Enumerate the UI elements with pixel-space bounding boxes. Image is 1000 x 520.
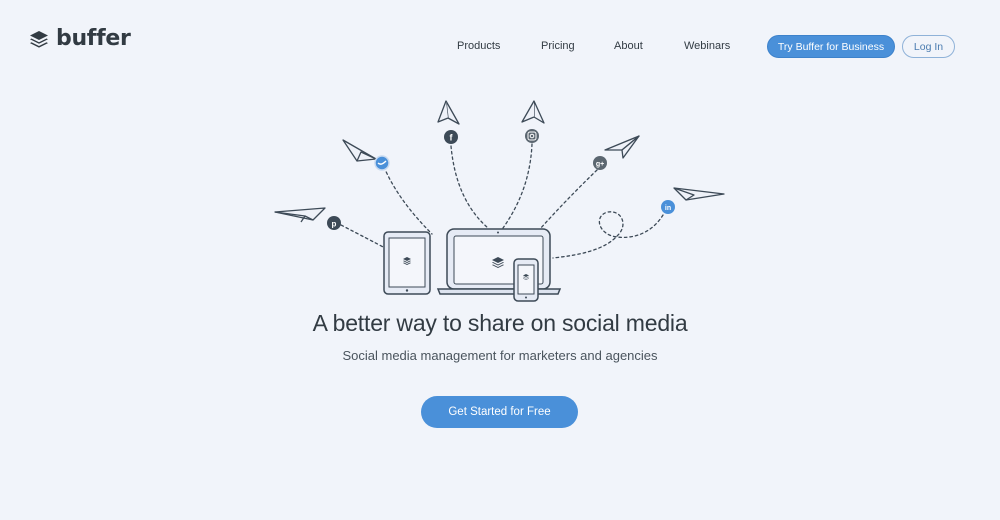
hero-headline: A better way to share on social media xyxy=(312,310,688,336)
paper-plane-twitter xyxy=(342,139,377,162)
get-started-button[interactable]: Get Started for Free xyxy=(421,396,578,428)
svg-text:g+: g+ xyxy=(596,161,604,168)
paper-plane-instagram xyxy=(521,100,545,124)
hero-subheadline: Social media management for marketers an… xyxy=(342,348,658,363)
paper-plane-facebook xyxy=(437,100,460,125)
paper-plane-linkedin xyxy=(673,187,725,201)
instagram-icon xyxy=(525,129,539,143)
dotted-path-linkedin xyxy=(552,211,664,259)
svg-text:p: p xyxy=(332,220,337,229)
paper-plane-left xyxy=(274,207,326,223)
facebook-icon: f xyxy=(444,130,458,144)
paper-plane-google-plus xyxy=(604,135,640,159)
twitter-icon xyxy=(374,155,390,171)
hero-illustration: f g+ p in xyxy=(274,100,725,302)
dotted-path-instagram xyxy=(502,143,533,229)
google-plus-icon: g+ xyxy=(593,156,607,170)
linkedin-icon: in xyxy=(661,200,675,214)
dotted-path-pinterest xyxy=(340,224,386,249)
dotted-path-twitter xyxy=(383,166,433,235)
dotted-path-facebook xyxy=(450,145,489,229)
dotted-path-google-plus xyxy=(539,169,598,230)
svg-text:in: in xyxy=(665,205,671,212)
pinterest-icon: p xyxy=(327,216,341,230)
